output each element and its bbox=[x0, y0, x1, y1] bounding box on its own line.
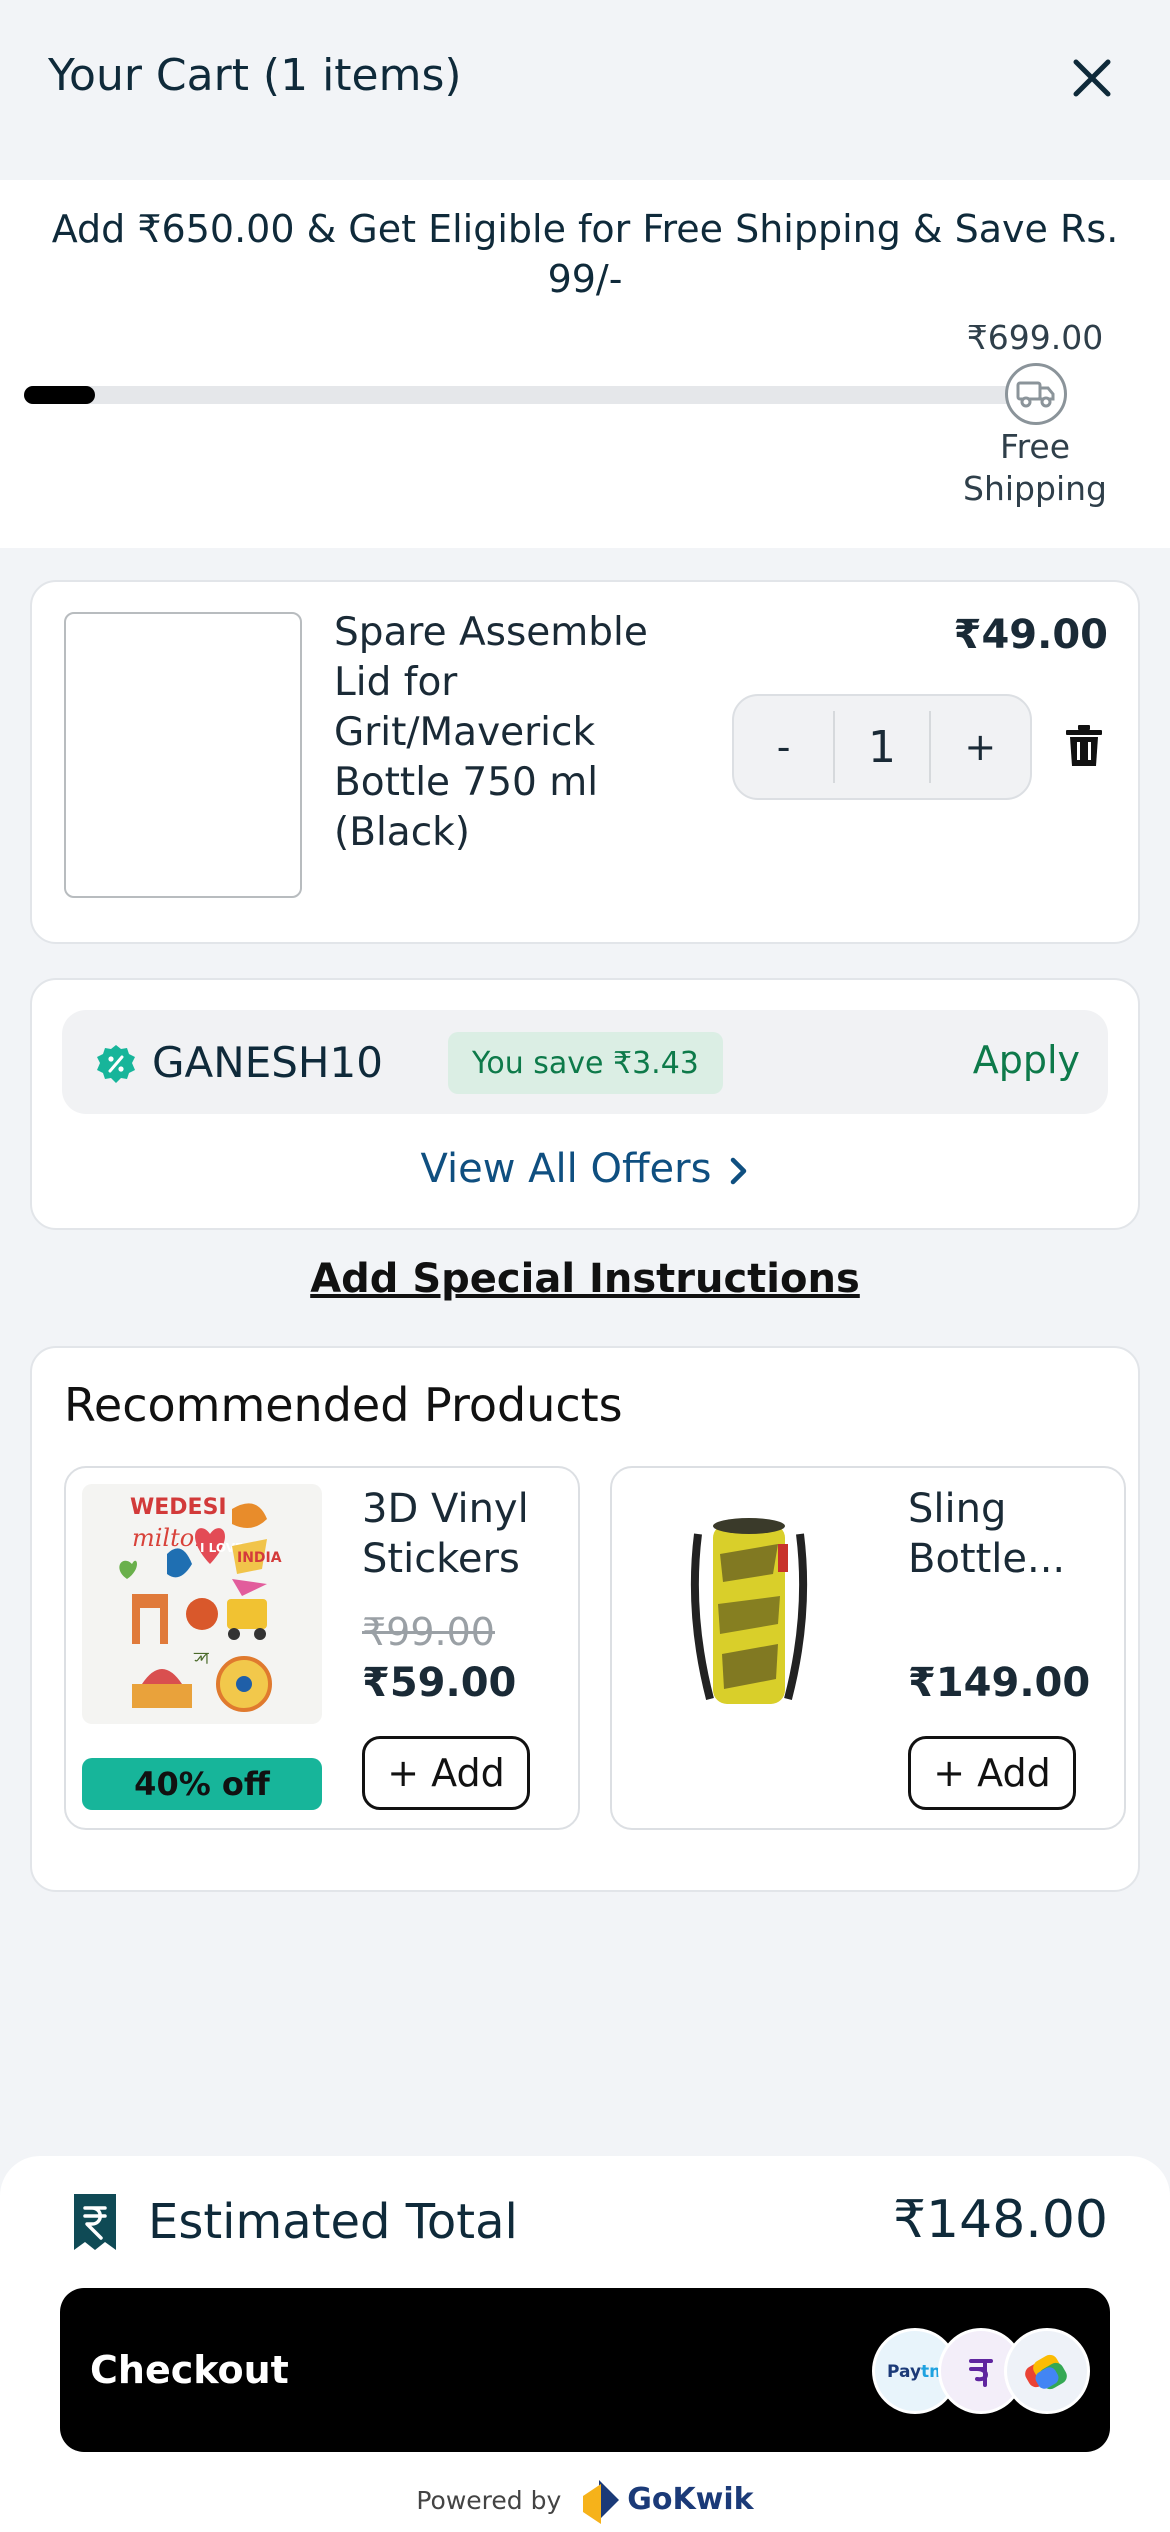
gokwik-logo-icon bbox=[583, 2480, 620, 2524]
cart-item-name[interactable]: Spare Assemble Lid for Grit/Maverick Bot… bbox=[334, 608, 674, 858]
estimated-total-value: ₹148.00 bbox=[892, 2190, 1108, 2250]
quantity-stepper: - 1 + bbox=[732, 694, 1032, 800]
gpay-icon bbox=[1004, 2328, 1090, 2414]
rupee-receipt-icon bbox=[74, 2194, 116, 2250]
svg-text:INDIA: INDIA bbox=[237, 1550, 282, 1566]
free-shipping-label: Free Shipping bbox=[963, 427, 1107, 508]
coupon-row: GANESH10 You save ₹3.43 Apply bbox=[62, 1010, 1108, 1114]
cart-header: Your Cart (1 items) bbox=[0, 0, 1170, 180]
cart-item-card: Spare Assemble Lid for Grit/Maverick Bot… bbox=[30, 580, 1140, 944]
shipping-progress-fill bbox=[24, 386, 96, 404]
free-shipping-threshold: ₹699.00 bbox=[966, 318, 1104, 357]
gokwik-brand: GoKwik bbox=[627, 2482, 754, 2517]
discount-badge: 40% off bbox=[82, 1758, 322, 1810]
product-original-price: ₹99.00 bbox=[362, 1610, 495, 1654]
coupon-card: GANESH10 You save ₹3.43 Apply View All O… bbox=[30, 978, 1140, 1230]
add-special-instructions-link[interactable]: Add Special Instructions bbox=[0, 1256, 1170, 1302]
chevron-right-icon bbox=[731, 1157, 747, 1185]
product-name[interactable]: Sling Bottle... bbox=[908, 1484, 1108, 1584]
trash-icon[interactable] bbox=[1064, 724, 1104, 768]
cart-item-price: ₹49.00 bbox=[953, 612, 1108, 658]
discount-badge-icon bbox=[97, 1045, 135, 1083]
product-card[interactable]: Sling Bottle... ₹149.00 + Add bbox=[610, 1466, 1126, 1830]
checkout-label: Checkout bbox=[90, 2348, 289, 2392]
shipping-progress-track bbox=[24, 386, 1044, 404]
svg-text:WEDESI: WEDESI bbox=[130, 1495, 227, 1520]
quantity-value: 1 bbox=[833, 711, 931, 783]
checkout-button[interactable]: Checkout Pay tm bbox=[60, 2288, 1110, 2452]
estimated-total-label: Estimated Total bbox=[148, 2194, 518, 2250]
svg-text:Pay: Pay bbox=[887, 2362, 921, 2382]
product-image[interactable] bbox=[64, 612, 302, 898]
free-shipping-message: Add ₹650.00 & Get Eligible for Free Ship… bbox=[51, 207, 1119, 301]
product-image[interactable] bbox=[628, 1484, 868, 1724]
product-image[interactable]: WEDESI milton I LOVE INDIA ꠕ bbox=[82, 1484, 322, 1724]
product-price: ₹149.00 bbox=[908, 1660, 1091, 1706]
svg-text:ꠕ: ꠕ bbox=[193, 1649, 209, 1668]
truck-icon bbox=[1005, 363, 1067, 425]
increase-quantity-button[interactable]: + bbox=[931, 696, 1030, 798]
view-all-offers-label: View All Offers bbox=[420, 1146, 712, 1192]
close-icon[interactable] bbox=[1068, 54, 1116, 102]
free-shipping-banner: Add ₹650.00 & Get Eligible for Free Ship… bbox=[0, 180, 1170, 548]
powered-by: Powered by GoKwik bbox=[0, 2478, 1170, 2526]
cart-title: Your Cart (1 items) bbox=[48, 50, 462, 101]
add-to-cart-button[interactable]: + Add bbox=[908, 1736, 1076, 1810]
recommended-products-card: Recommended Products WEDESI milton I LOV… bbox=[30, 1346, 1140, 1892]
decrease-quantity-button[interactable]: - bbox=[734, 696, 833, 798]
add-to-cart-button[interactable]: + Add bbox=[362, 1736, 530, 1810]
product-name[interactable]: 3D Vinyl Stickers bbox=[362, 1484, 562, 1584]
apply-coupon-button[interactable]: Apply bbox=[973, 1038, 1080, 1082]
view-all-offers-link[interactable]: View All Offers bbox=[32, 1146, 1138, 1192]
recommended-title: Recommended Products bbox=[64, 1378, 623, 1432]
powered-by-label: Powered by bbox=[416, 2486, 562, 2515]
product-card[interactable]: WEDESI milton I LOVE INDIA ꠕ 3D Vinyl St… bbox=[64, 1466, 580, 1830]
coupon-code: GANESH10 bbox=[152, 1038, 383, 1087]
checkout-footer: Estimated Total ₹148.00 Checkout Pay tm P… bbox=[0, 2156, 1170, 2532]
coupon-savings-badge: You save ₹3.43 bbox=[448, 1032, 723, 1094]
product-price: ₹59.00 bbox=[362, 1660, 517, 1706]
